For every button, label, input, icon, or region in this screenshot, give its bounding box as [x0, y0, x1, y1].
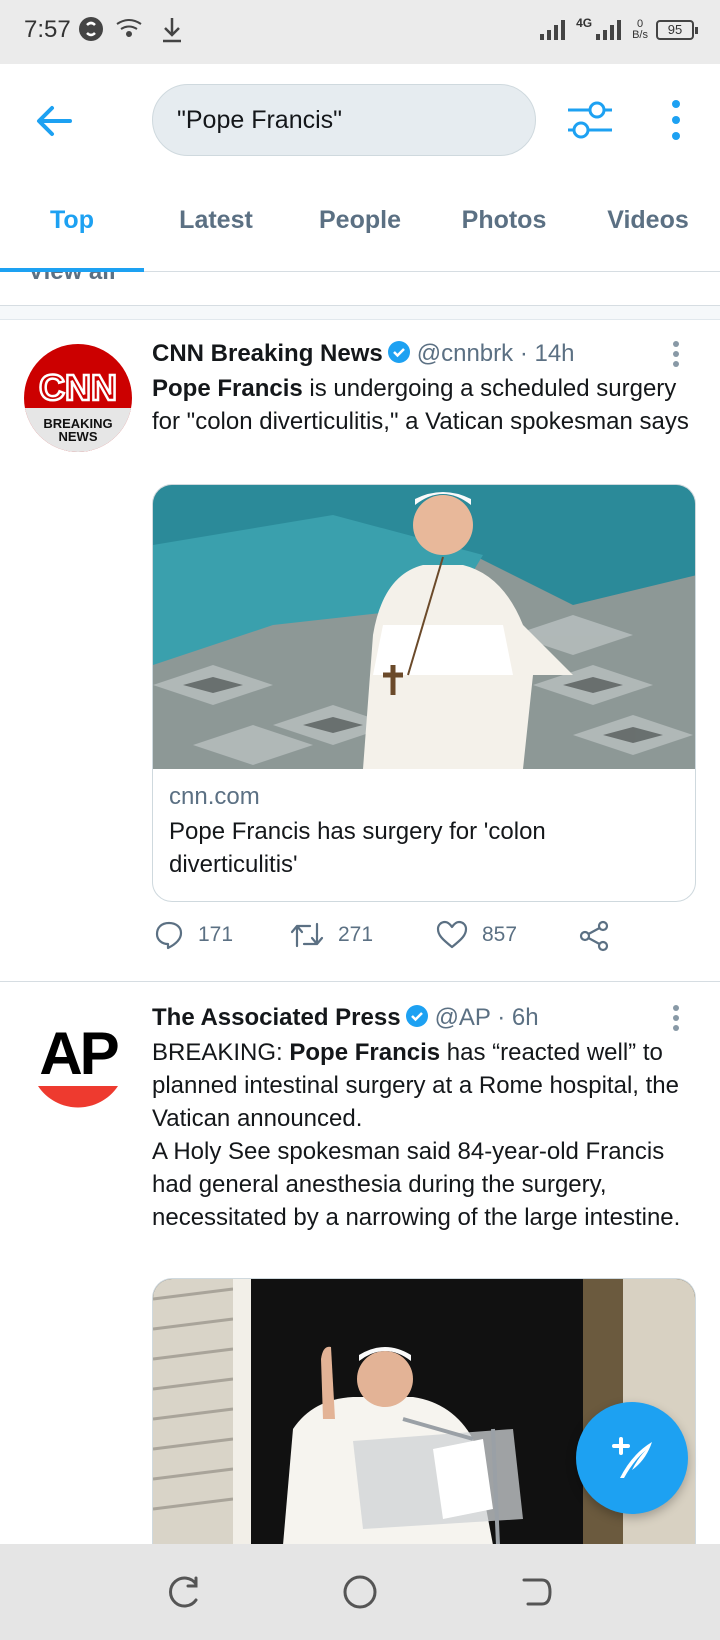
- view-all-link[interactable]: View all: [0, 272, 720, 306]
- tweet-cnn[interactable]: CNN BREAKING NEWS CNN Breaking News @cnnb…: [0, 320, 720, 982]
- search-query[interactable]: "Pope Francis": [177, 106, 342, 135]
- search-header: "Pope Francis": [0, 64, 720, 176]
- tweet-header: CNN Breaking News @cnnbrk · 14h: [152, 340, 575, 368]
- tweet-actions: 171 271 857: [152, 920, 672, 960]
- share-icon: [579, 920, 609, 952]
- heart-icon: [436, 920, 468, 949]
- reply-count: 171: [198, 923, 234, 946]
- retweet-count: 271: [338, 923, 374, 946]
- tab-photos[interactable]: Photos: [432, 206, 576, 235]
- home-icon[interactable]: [342, 1574, 378, 1610]
- tab-videos[interactable]: Videos: [576, 206, 720, 235]
- wifi-share-icon: [116, 19, 142, 37]
- tweet-header: The Associated Press @AP · 6h: [152, 1004, 539, 1032]
- cnn-logo-text: CNN: [39, 367, 117, 408]
- reply-icon: [155, 921, 183, 950]
- network-type: 4G: [576, 16, 593, 30]
- search-tabs: Top Latest People Photos Videos: [0, 176, 720, 272]
- tweet-text: Pope Francis is undergoing a scheduled s…: [152, 375, 689, 435]
- link-card[interactable]: cnn.com Pope Francis has surgery for 'co…: [152, 484, 696, 902]
- tweet-time: · 6h: [497, 1004, 539, 1031]
- filter-sliders-icon[interactable]: [566, 98, 614, 142]
- tweet-menu-icon[interactable]: [672, 340, 680, 368]
- tweet-text: BREAKING: Pope Francis has “reacted well…: [152, 1039, 681, 1231]
- like-count: 857: [482, 923, 518, 946]
- data-rate: 0 B/s: [632, 18, 648, 41]
- author-name[interactable]: CNN Breaking News: [152, 340, 383, 367]
- system-nav-bar: [0, 1544, 720, 1640]
- recent-apps-icon[interactable]: [166, 1574, 202, 1610]
- author-name[interactable]: The Associated Press: [152, 1004, 401, 1031]
- tweet-time: · 14h: [519, 340, 575, 367]
- author-handle: @AP: [434, 1004, 491, 1031]
- avatar-cnn[interactable]: CNN BREAKING NEWS: [24, 344, 132, 452]
- retweet-icon: [290, 922, 324, 948]
- ap-logo-text: AP: [39, 1020, 117, 1087]
- status-time: 7:57: [24, 16, 71, 43]
- share-button[interactable]: [578, 920, 610, 952]
- signal-4g-icon: [596, 20, 622, 40]
- card-domain: cnn.com: [169, 783, 260, 810]
- tab-latest[interactable]: Latest: [144, 206, 288, 235]
- retweet-button[interactable]: 271: [290, 920, 373, 950]
- author-handle: @cnnbrk: [416, 340, 514, 367]
- section-separator: [0, 306, 720, 320]
- compose-tweet-button[interactable]: [576, 1402, 688, 1514]
- back-nav-icon[interactable]: [518, 1574, 554, 1610]
- status-bar: 7:57 4G 0 B/s 95: [0, 0, 720, 64]
- card-title: Pope Francis has surgery for 'colon dive…: [169, 818, 546, 878]
- compose-tweet-icon: [612, 1437, 652, 1478]
- verified-badge-icon: [405, 1005, 428, 1027]
- tab-top[interactable]: Top: [0, 206, 144, 235]
- like-button[interactable]: 857: [436, 920, 517, 950]
- more-vertical-icon[interactable]: [664, 98, 688, 142]
- signal-icon: [540, 20, 566, 40]
- reply-button[interactable]: 171: [154, 920, 233, 950]
- svg-text:NEWS: NEWS: [59, 429, 98, 444]
- tweet-menu-icon[interactable]: [672, 1004, 680, 1032]
- battery-indicator: 95: [656, 20, 698, 40]
- tab-people[interactable]: People: [288, 206, 432, 235]
- card-image[interactable]: [153, 485, 695, 769]
- search-input[interactable]: "Pope Francis": [152, 84, 536, 156]
- verified-badge-icon: [387, 341, 410, 363]
- download-icon: [163, 18, 181, 43]
- back-arrow-icon[interactable]: [34, 100, 76, 142]
- shazam-icon: [79, 17, 103, 41]
- avatar-ap[interactable]: AP: [24, 1002, 132, 1110]
